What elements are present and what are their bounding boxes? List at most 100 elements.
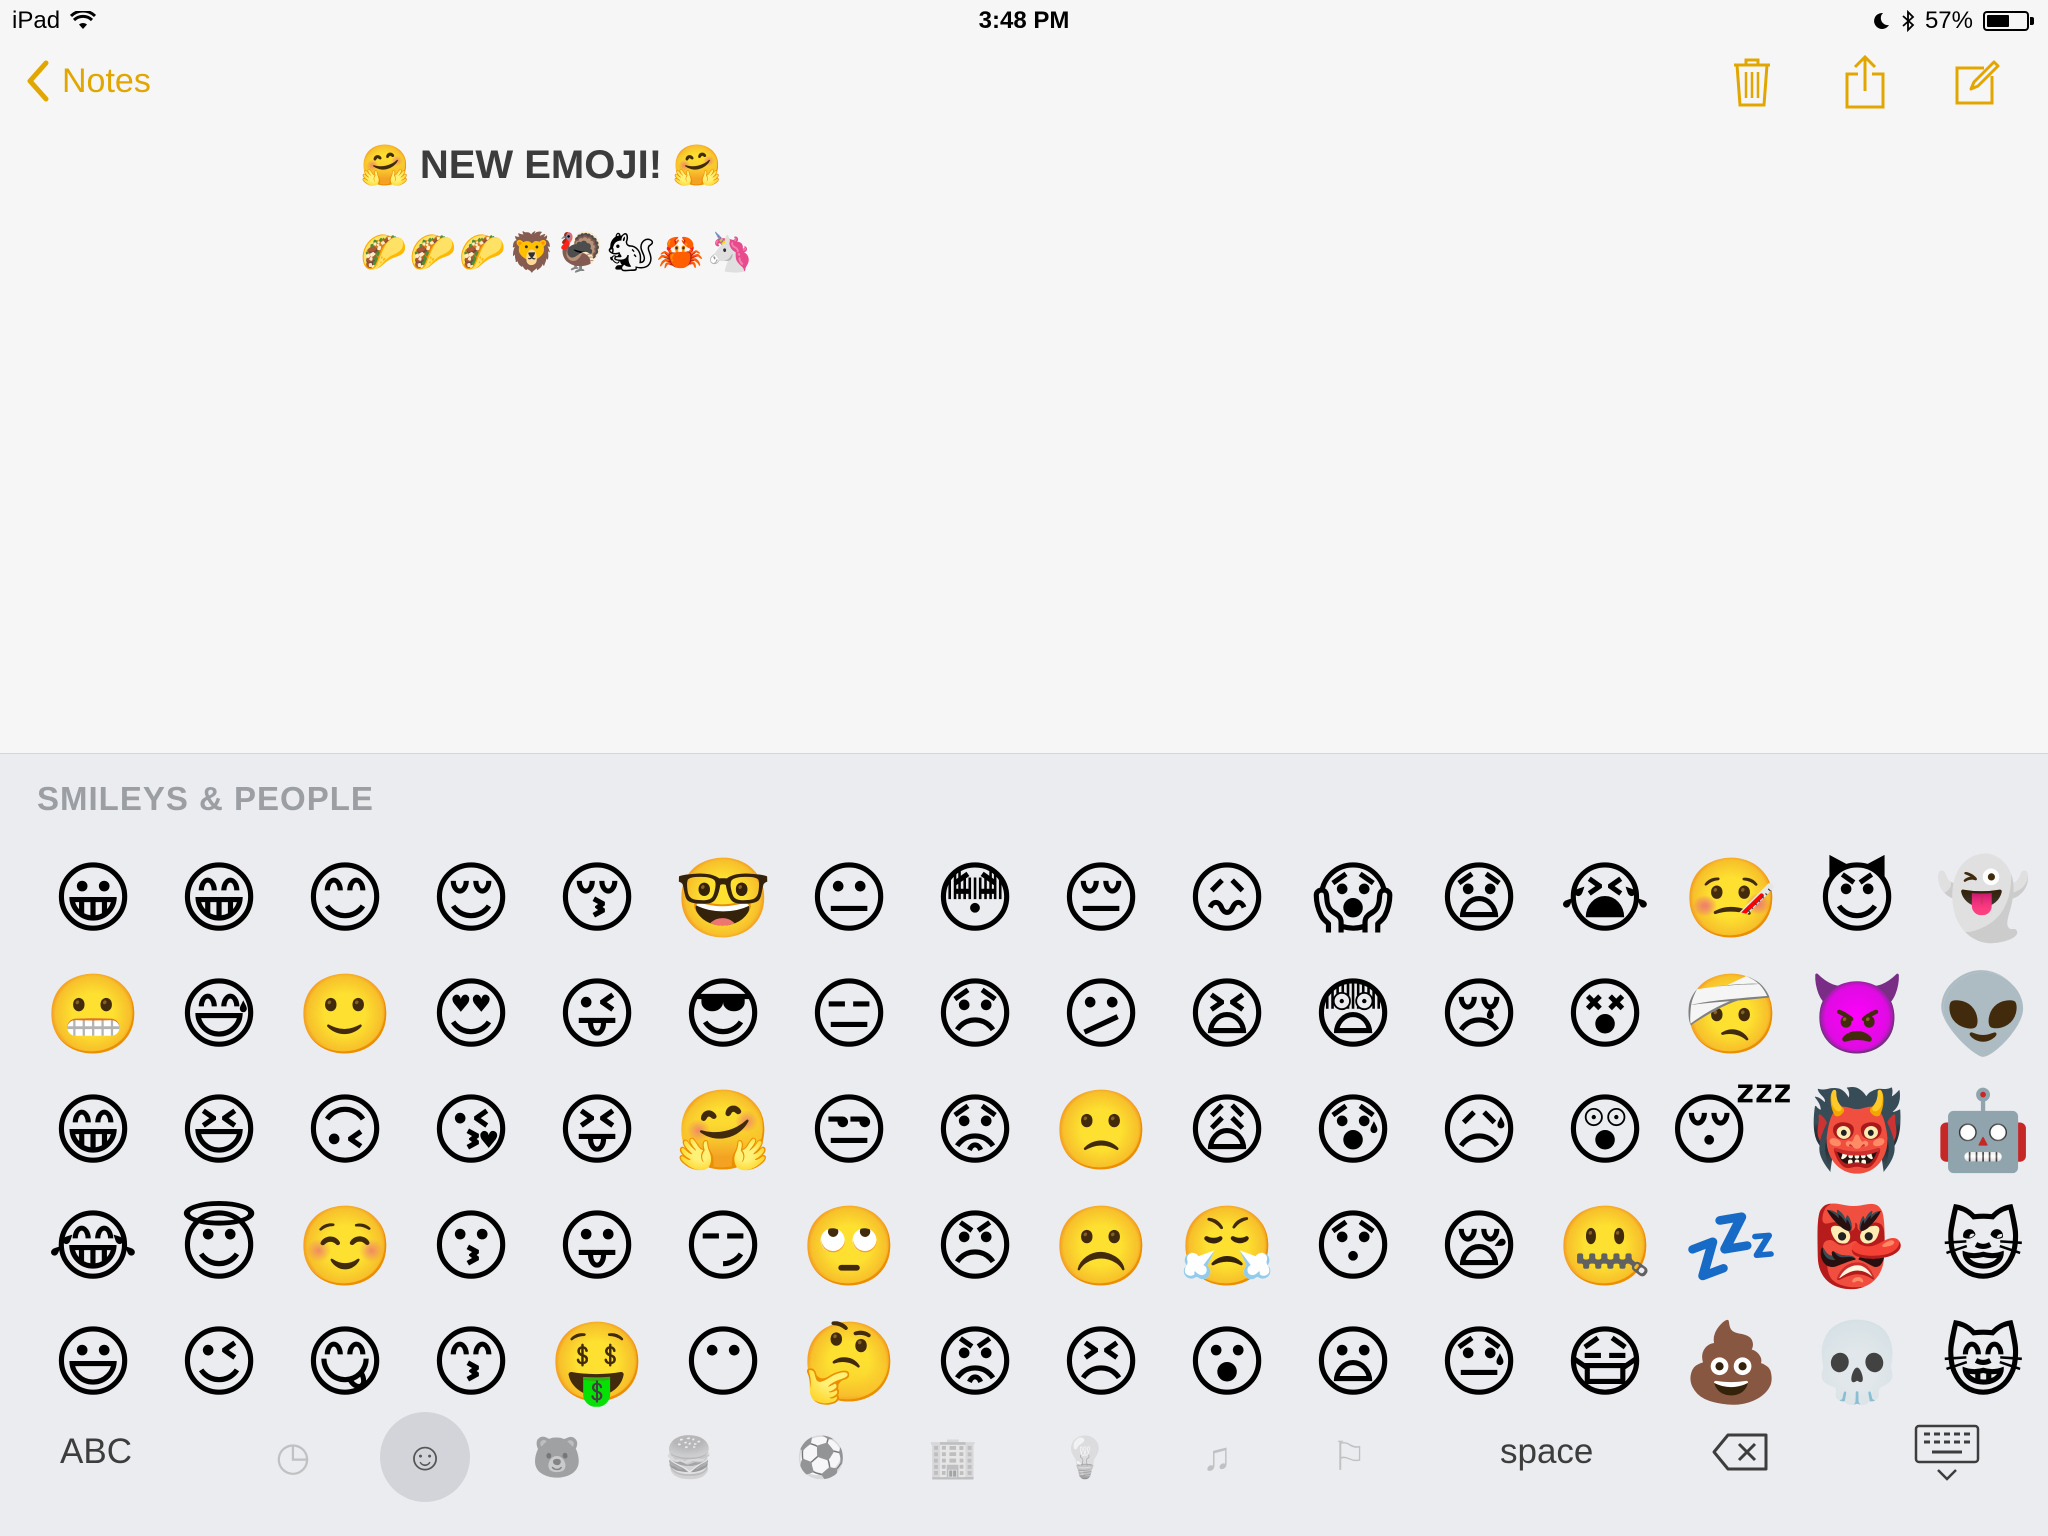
emoji-keyboard: SMILEYS & PEOPLE 😀 😁 😊 😌 😚 🤓 😐 😳 😔 😖 😱 😧 😭 🤒 😈 👻 😬 😅 🙂 😍 😜 😎 😑…: [0, 753, 2048, 1536]
hugging-face-emoji: 🤗: [672, 143, 722, 188]
emoji-key[interactable]: 😖: [1164, 841, 1290, 957]
emoji-key[interactable]: 😗: [408, 1189, 534, 1305]
food-category-button[interactable]: 🍔: [644, 1412, 734, 1502]
emoji-key[interactable]: 👿: [1794, 957, 1920, 1073]
delete-note-button[interactable]: [1722, 52, 1782, 112]
emoji-key[interactable]: 🙃: [282, 1073, 408, 1189]
emoji-key[interactable]: 😤: [1164, 1189, 1290, 1305]
emoji-key[interactable]: 😯: [1290, 1189, 1416, 1305]
emoji-key[interactable]: 🤒: [1668, 841, 1794, 957]
emoji-key[interactable]: 😏: [660, 1189, 786, 1305]
emoji-key[interactable]: 😚: [534, 841, 660, 957]
emoji-key[interactable]: 🙁: [1038, 1073, 1164, 1189]
emoji-key[interactable]: 👻: [1920, 841, 2046, 957]
note-body[interactable]: 🤗 NEW EMOJI! 🤗 🌮🌮🌮🦁🦃🐿🦀🦄: [360, 138, 755, 280]
emoji-key[interactable]: 😟: [912, 1073, 1038, 1189]
emoji-key[interactable]: 😆: [156, 1073, 282, 1189]
emoji-key[interactable]: 😜: [534, 957, 660, 1073]
emoji-key[interactable]: 😴: [1668, 1073, 1794, 1189]
abc-key[interactable]: ABC: [60, 1432, 132, 1472]
emoji-key[interactable]: 👺: [1794, 1189, 1920, 1305]
emoji-key[interactable]: 😕: [1038, 957, 1164, 1073]
emoji-key[interactable]: 😑: [786, 957, 912, 1073]
emoji-key[interactable]: 😒: [786, 1073, 912, 1189]
symbols-category-button[interactable]: ♫: [1172, 1412, 1262, 1502]
emoji-key[interactable]: 😧: [1416, 841, 1542, 957]
emoji-key[interactable]: 😵: [1542, 957, 1668, 1073]
recent-icon: ◷: [275, 1435, 311, 1479]
recent-category-button[interactable]: ◷: [248, 1412, 338, 1502]
emoji-key[interactable]: 😫: [1164, 957, 1290, 1073]
emoji-key[interactable]: 😍: [408, 957, 534, 1073]
flags-category-button[interactable]: ⚐: [1304, 1412, 1394, 1502]
emoji-key[interactable]: 😞: [912, 957, 1038, 1073]
status-right: 57%: [1871, 7, 2034, 35]
battery-fill: [1987, 15, 2009, 27]
emoji-key[interactable]: 🙂: [282, 957, 408, 1073]
animals-icon: 🐻: [532, 1435, 582, 1480]
emoji-key[interactable]: 😳: [912, 841, 1038, 957]
emoji-key[interactable]: 👹: [1794, 1073, 1920, 1189]
smileys-category-button[interactable]: ☺: [380, 1412, 470, 1502]
emoji-key[interactable]: 😁: [156, 841, 282, 957]
dismiss-keyboard-key[interactable]: [1912, 1422, 1982, 1492]
emoji-key[interactable]: 😈: [1794, 841, 1920, 957]
battery-percent: 57%: [1924, 7, 1973, 34]
emoji-key[interactable]: 🤓: [660, 841, 786, 957]
emoji-key[interactable]: 😅: [156, 957, 282, 1073]
emoji-key[interactable]: 😩: [1164, 1073, 1290, 1189]
emoji-key[interactable]: 😠: [912, 1189, 1038, 1305]
keyboard-bottom-bar: ABC ◷ ☺ 🐻 🍔 ⚽ 🏢 💡 ♫ ⚐ space: [0, 1404, 2048, 1514]
emoji-key[interactable]: 😊: [282, 841, 408, 957]
emoji-key[interactable]: 😭: [1542, 841, 1668, 957]
emoji-key[interactable]: 😰: [1290, 1073, 1416, 1189]
emoji-key[interactable]: 😀: [30, 841, 156, 957]
emoji-key[interactable]: 🙄: [786, 1189, 912, 1305]
emoji-key[interactable]: 😌: [408, 841, 534, 957]
objects-category-button[interactable]: 💡: [1040, 1412, 1130, 1502]
emoji-key[interactable]: 🤖: [1920, 1073, 2046, 1189]
note-title: 🤗 NEW EMOJI! 🤗: [360, 138, 755, 192]
emoji-key[interactable]: 😛: [534, 1189, 660, 1305]
emoji-key[interactable]: 😲: [1542, 1073, 1668, 1189]
status-time: 3:48 PM: [978, 7, 1070, 34]
emoji-key[interactable]: 😱: [1290, 841, 1416, 957]
emoji-key[interactable]: 😔: [1038, 841, 1164, 957]
note-title-text: NEW EMOJI!: [419, 142, 663, 187]
emoji-key[interactable]: 😁: [30, 1073, 156, 1189]
emoji-key[interactable]: 🤐: [1542, 1189, 1668, 1305]
chevron-left-icon: [27, 60, 49, 102]
emoji-key[interactable]: ☺️: [282, 1189, 408, 1305]
delete-key[interactable]: [1712, 1432, 1782, 1482]
space-key[interactable]: space: [1500, 1432, 1593, 1472]
emoji-key[interactable]: 😇: [156, 1189, 282, 1305]
animals-category-button[interactable]: 🐻: [512, 1412, 602, 1502]
travel-category-button[interactable]: 🏢: [908, 1412, 998, 1502]
emoji-key[interactable]: 😐: [786, 841, 912, 957]
emoji-key[interactable]: 💤: [1668, 1189, 1794, 1305]
emoji-key[interactable]: 😨: [1290, 957, 1416, 1073]
emoji-key[interactable]: 😘: [408, 1073, 534, 1189]
activity-category-button[interactable]: ⚽: [776, 1412, 866, 1502]
emoji-key[interactable]: 🤗: [660, 1073, 786, 1189]
back-button[interactable]: Notes: [26, 60, 151, 102]
compose-button[interactable]: [1948, 52, 2008, 112]
smileys-icon: ☺: [404, 1434, 446, 1479]
emoji-key[interactable]: 👽: [1920, 957, 2046, 1073]
emoji-key[interactable]: 😥: [1416, 1073, 1542, 1189]
emoji-key[interactable]: 😬: [30, 957, 156, 1073]
emoji-key[interactable]: ☹️: [1038, 1189, 1164, 1305]
emoji-key[interactable]: 😎: [660, 957, 786, 1073]
emoji-key[interactable]: 😝: [534, 1073, 660, 1189]
share-button[interactable]: [1835, 52, 1895, 112]
emoji-key[interactable]: 😢: [1416, 957, 1542, 1073]
activity-icon: ⚽: [796, 1435, 846, 1480]
note-emoji-line: 🌮🌮🌮🦁🦃🐿🦀🦄: [360, 230, 756, 274]
emoji-key[interactable]: 😂: [30, 1189, 156, 1305]
emoji-key[interactable]: 😪: [1416, 1189, 1542, 1305]
compose-icon: [1955, 60, 2000, 105]
battery-icon: [1983, 11, 2029, 31]
status-bar: iPad 3:48 PM 57%: [0, 0, 2048, 40]
emoji-key[interactable]: 😺: [1920, 1189, 2046, 1305]
emoji-key[interactable]: 🤕: [1668, 957, 1794, 1073]
